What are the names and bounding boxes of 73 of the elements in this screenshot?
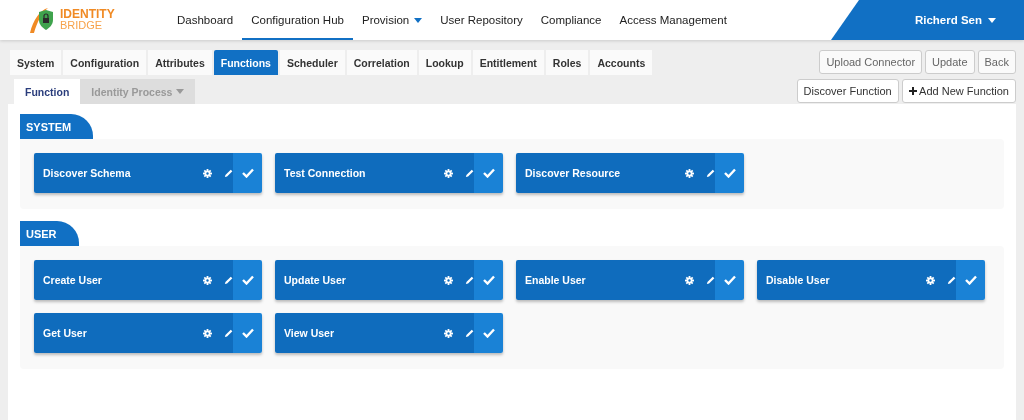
tab[interactable]: Configuration <box>63 50 147 75</box>
upload-connector-button[interactable]: Upload Connector <box>819 50 923 74</box>
tab[interactable]: Entitlement <box>472 50 544 75</box>
logo-subtext: BRIDGE <box>60 20 104 31</box>
function-name: Get User <box>43 327 87 339</box>
function-name: Update User <box>284 274 346 286</box>
tab[interactable]: System <box>10 50 62 75</box>
settings-icon[interactable] <box>685 168 694 178</box>
function-card[interactable]: Create User <box>34 260 233 300</box>
check-icon <box>482 275 495 285</box>
check-toggle[interactable] <box>233 153 262 193</box>
section-header: USER <box>20 221 79 246</box>
function-card[interactable]: Discover Resource <box>516 153 715 193</box>
check-toggle[interactable] <box>956 260 985 300</box>
settings-icon[interactable] <box>203 275 212 285</box>
tab[interactable]: Scheduler <box>279 50 345 75</box>
discover-function-button[interactable]: Discover Function <box>796 79 899 103</box>
function-name: Disable User <box>766 274 830 286</box>
settings-icon[interactable] <box>203 328 212 338</box>
nav-item[interactable]: Compliance <box>531 0 611 40</box>
check-toggle[interactable] <box>715 260 744 300</box>
nav-item[interactable]: User Repository <box>431 0 532 40</box>
check-toggle[interactable] <box>474 313 503 353</box>
tab[interactable]: Lookup <box>418 50 471 75</box>
tab[interactable]: Correlation <box>346 50 417 75</box>
check-toggle[interactable] <box>715 153 744 193</box>
tab[interactable]: Accounts <box>590 50 653 75</box>
settings-icon[interactable] <box>685 275 694 285</box>
function-name: Enable User <box>525 274 586 286</box>
function-card[interactable]: Get User <box>34 313 233 353</box>
function-name: View User <box>284 327 334 339</box>
back-button[interactable]: Back <box>977 50 1016 74</box>
check-toggle[interactable] <box>233 260 262 300</box>
check-toggle[interactable] <box>474 260 503 300</box>
function-card[interactable]: Discover Schema <box>34 153 233 193</box>
check-icon <box>964 275 977 285</box>
function-card[interactable]: Disable User <box>757 260 956 300</box>
check-icon <box>241 328 254 338</box>
user-menu[interactable]: Richerd Sen <box>914 14 982 26</box>
nav-item[interactable]: Configuration Hub <box>242 0 353 40</box>
check-icon <box>241 168 254 178</box>
check-icon <box>241 275 254 285</box>
function-card[interactable]: Update User <box>275 260 474 300</box>
settings-icon[interactable] <box>203 168 212 178</box>
tab[interactable]: Functions <box>213 50 278 75</box>
check-icon <box>482 168 495 178</box>
add-function-button[interactable]: Add New Function <box>901 79 1016 103</box>
nav-item[interactable]: Access Management <box>610 0 736 40</box>
update-button[interactable]: Update <box>925 50 975 74</box>
settings-icon[interactable] <box>444 328 453 338</box>
function-card[interactable]: Enable User <box>516 260 715 300</box>
check-icon <box>723 168 736 178</box>
function-card[interactable]: Test Connection <box>275 153 474 193</box>
section-header: SYSTEM <box>20 114 94 139</box>
function-name: Discover Schema <box>43 167 131 179</box>
function-name: Discover Resource <box>525 167 621 179</box>
settings-icon[interactable] <box>444 168 453 178</box>
check-toggle[interactable] <box>233 313 262 353</box>
check-icon <box>482 328 495 338</box>
settings-icon[interactable] <box>926 275 935 285</box>
settings-icon[interactable] <box>444 275 453 285</box>
check-icon <box>723 275 736 285</box>
tab[interactable]: Attributes <box>148 50 212 75</box>
function-card[interactable]: View User <box>275 313 474 353</box>
function-name: Test Connection <box>284 167 366 179</box>
nav-item[interactable]: Provision <box>352 0 432 40</box>
check-toggle[interactable] <box>474 153 503 193</box>
caret-icon <box>988 17 996 23</box>
nav-item[interactable]: Dashboard <box>168 0 243 40</box>
logo-text: IDENTITY <box>60 9 115 20</box>
tab[interactable]: Roles <box>545 50 589 75</box>
function-name: Create User <box>43 274 102 286</box>
sub-tab[interactable]: Function <box>14 79 81 104</box>
